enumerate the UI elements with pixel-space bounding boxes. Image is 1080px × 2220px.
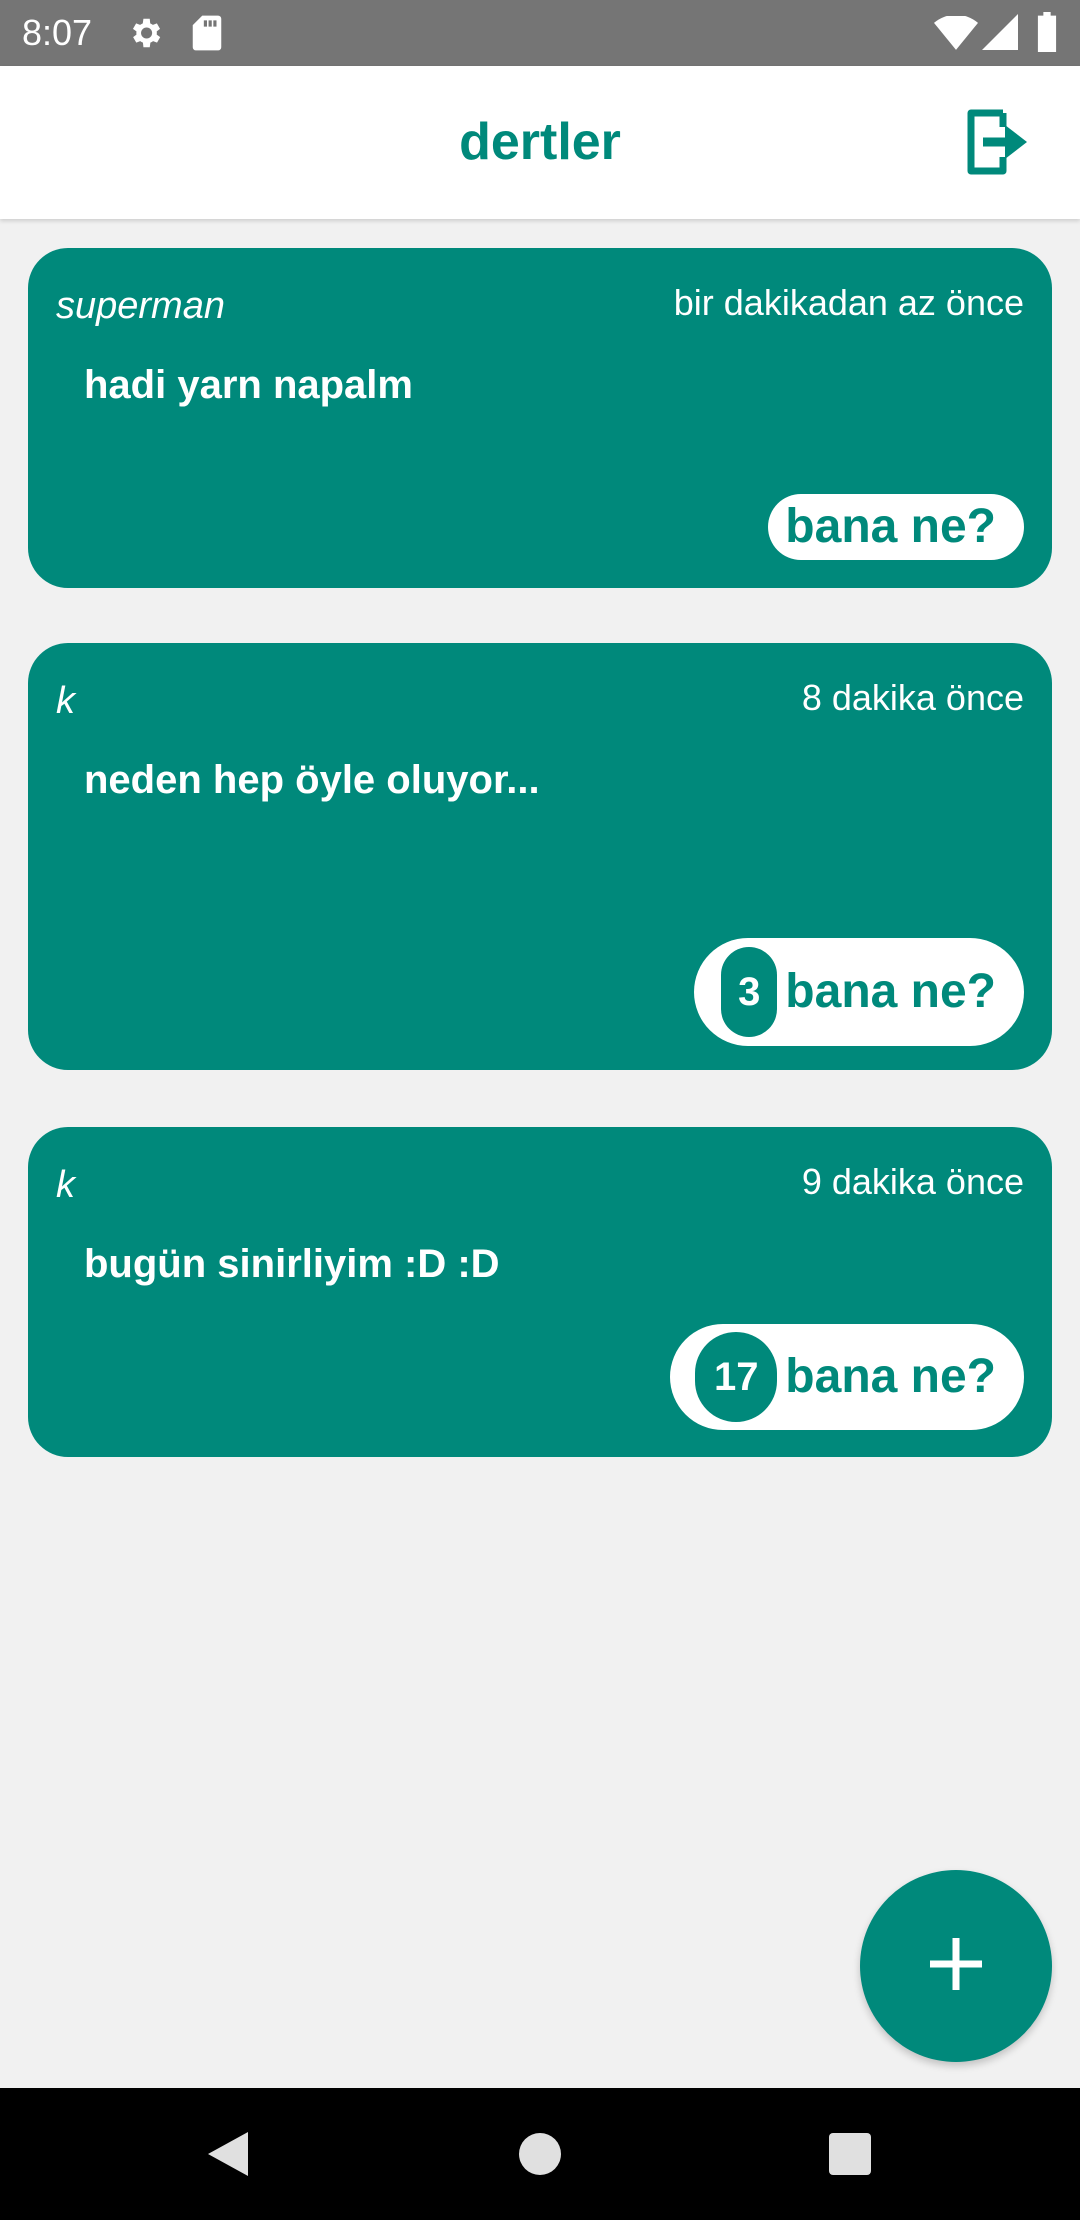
bana-ne-label: bana ne?	[785, 500, 996, 553]
home-icon[interactable]	[508, 2122, 572, 2186]
gear-icon	[126, 14, 164, 57]
bana-ne-button[interactable]: 17 bana ne?	[670, 1324, 1024, 1430]
post-text: hadi yarn napalm	[84, 363, 413, 407]
add-post-button[interactable]	[860, 1870, 1052, 2062]
status-bar: 8:07	[0, 0, 1080, 66]
post-author: k	[56, 680, 75, 722]
nav-bar	[0, 2088, 1080, 2220]
post-text: bugün sinirliyim :D :D	[84, 1242, 500, 1286]
logout-icon	[963, 107, 1029, 182]
back-icon[interactable]	[196, 2122, 260, 2186]
post-card: k 9 dakika önce bugün sinirliyim :D :D 1…	[28, 1127, 1052, 1457]
battery-icon	[1036, 12, 1058, 57]
bana-ne-label: bana ne?	[785, 965, 996, 1018]
post-author: k	[56, 1164, 75, 1206]
sd-card-icon	[190, 14, 224, 57]
bana-ne-button[interactable]: 3 bana ne?	[694, 938, 1024, 1046]
plus-icon	[928, 1936, 984, 1997]
post-time: bir dakikadan az önce	[673, 282, 1024, 323]
post-card: superman bir dakikadan az önce hadi yarn…	[28, 248, 1052, 588]
wifi-icon	[934, 14, 978, 55]
signal-icon	[982, 14, 1018, 55]
post-time: 8 dakika önce	[801, 677, 1024, 718]
post-text: neden hep öyle oluyor...	[84, 758, 540, 802]
post-author: superman	[56, 285, 225, 327]
count-badge: 17	[695, 1332, 778, 1422]
bana-ne-button[interactable]: bana ne?	[768, 494, 1024, 560]
count-badge: 3	[721, 947, 778, 1037]
post-card: k 8 dakika önce neden hep öyle oluyor...…	[28, 643, 1052, 1070]
page-title: dertler	[459, 113, 621, 171]
bana-ne-label: bana ne?	[785, 1350, 996, 1403]
app-bar: dertler	[0, 66, 1080, 219]
post-time: 9 dakika önce	[801, 1161, 1024, 1202]
logout-button[interactable]	[956, 104, 1036, 184]
recents-icon[interactable]	[818, 2122, 882, 2186]
status-time: 8:07	[22, 12, 93, 53]
